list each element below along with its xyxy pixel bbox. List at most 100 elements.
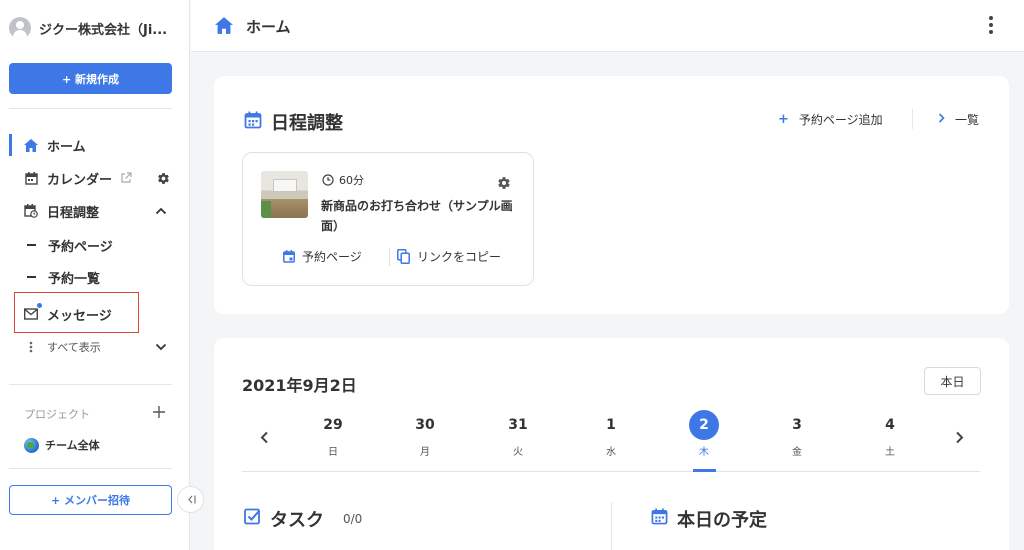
tasks-section-title: タスク 0/0 — [244, 506, 362, 532]
sidebar-item-scheduling[interactable]: 日程調整 — [9, 198, 172, 224]
team-all-item[interactable]: チーム全体 — [24, 437, 100, 453]
sidebar-item-label: ホーム — [47, 139, 86, 155]
divider — [912, 109, 913, 129]
copy-icon — [397, 249, 410, 264]
unread-badge — [36, 302, 43, 309]
add-project-icon[interactable] — [152, 404, 166, 418]
copy-link-label: リンクをコピー — [417, 250, 502, 264]
divider — [611, 502, 612, 550]
sidebar-item-label: すべて表示 — [47, 341, 101, 354]
weekday: 木 — [699, 447, 709, 458]
org-switcher[interactable]: ジクー株式会社（Ji... — [9, 17, 167, 39]
clock-icon — [322, 174, 334, 186]
day-cell[interactable]: 3 金 — [772, 410, 822, 458]
add-booking-page-label: 予約ページ追加 — [798, 113, 883, 127]
chevron-down-icon[interactable] — [154, 340, 168, 354]
booking-page-label: 予約ページ — [302, 250, 362, 264]
day-cell-selected[interactable]: 2 木 — [679, 410, 729, 458]
team-label: チーム全体 — [45, 439, 100, 452]
chevron-right-icon — [938, 112, 945, 127]
dash-icon — [27, 244, 36, 246]
day-number: 4 — [885, 417, 895, 433]
top-header: ホーム — [191, 0, 1024, 52]
sidebar-item-calendar[interactable]: カレンダー — [9, 165, 172, 191]
divider — [389, 248, 390, 266]
today-events-title: 本日の予定 — [677, 510, 767, 531]
invite-member-button[interactable]: + メンバー招待 — [9, 485, 172, 515]
new-create-button[interactable]: + 新規作成 — [9, 63, 172, 94]
booking-page-card[interactable]: 60分 新商品のお打ち合わせ（サンプル画面） 予約ページ リンクをコピー — [242, 152, 534, 286]
sidebar-item-booking-list[interactable]: 予約一覧 — [9, 264, 172, 290]
divider — [9, 108, 172, 109]
day-cell[interactable]: 4 土 — [865, 410, 915, 458]
tasks-title: タスク — [270, 510, 324, 531]
checkbox-icon — [244, 508, 261, 530]
weekday: 火 — [513, 447, 523, 458]
page-title: ホーム — [246, 18, 291, 36]
sidebar-item-label: 日程調整 — [47, 205, 100, 221]
sidebar-item-show-all[interactable]: すべて表示 — [9, 334, 172, 360]
duration: 60分 — [322, 172, 364, 188]
avatar — [9, 17, 31, 39]
gear-icon[interactable] — [156, 171, 170, 185]
collapse-sidebar-button[interactable] — [177, 486, 204, 513]
mail-icon — [24, 307, 38, 321]
scheduling-section-title: 日程調整 — [244, 109, 343, 135]
calendar-card: 2021年9月2日 本日 29 日 30 月 31 火 1 水 2 木 3 金 … — [214, 338, 1009, 550]
collapse-icon — [187, 495, 196, 504]
weekday: 月 — [420, 447, 430, 458]
weekday: 水 — [606, 447, 616, 458]
today-events-section-title: 本日の予定 — [651, 506, 767, 532]
booking-page-button[interactable]: 予約ページ — [283, 248, 362, 265]
sidebar: ジクー株式会社（Ji... + 新規作成 ホーム カレンダー 日程調整 予約ペー… — [0, 0, 190, 550]
home-icon — [215, 17, 233, 34]
gear-icon[interactable] — [497, 175, 511, 189]
weekday: 日 — [328, 447, 338, 458]
calendar-icon — [651, 508, 668, 530]
day-number: 29 — [323, 417, 343, 433]
sidebar-item-messages[interactable]: メッセージ — [9, 301, 172, 327]
today-button[interactable]: 本日 — [924, 367, 981, 395]
org-name: ジクー株式会社（Ji... — [39, 22, 168, 38]
copy-link-button[interactable]: リンクをコピー — [397, 248, 501, 265]
day-number: 30 — [415, 417, 435, 433]
plus-icon: + — [778, 112, 789, 127]
weekday: 土 — [885, 447, 895, 458]
sidebar-item-label: メッセージ — [47, 308, 112, 324]
selected-day-underline — [693, 469, 716, 472]
prev-week-button[interactable] — [256, 429, 272, 445]
sidebar-item-label: 予約ページ — [48, 239, 113, 255]
day-cell[interactable]: 1 水 — [586, 410, 636, 458]
day-cell[interactable]: 30 月 — [400, 410, 450, 458]
chevron-up-icon[interactable] — [154, 204, 168, 218]
calendar-icon — [24, 171, 38, 185]
add-booking-page-button[interactable]: + 予約ページ追加 — [778, 111, 883, 128]
card-actions: 予約ページ リンクをコピー — [243, 245, 535, 269]
week-divider — [242, 471, 980, 472]
day-number: 1 — [606, 417, 616, 433]
external-link-icon[interactable] — [120, 172, 132, 184]
sidebar-item-home[interactable]: ホーム — [9, 132, 172, 158]
dash-icon — [27, 276, 36, 278]
sidebar-item-booking-pages[interactable]: 予約ページ — [9, 232, 172, 258]
project-section-label: プロジェクト — [24, 408, 90, 421]
current-date: 2021年9月2日 — [242, 376, 357, 395]
task-count: 0/0 — [343, 512, 363, 526]
divider — [9, 468, 172, 469]
list-link-label: 一覧 — [955, 113, 980, 127]
divider — [9, 384, 172, 385]
duration-text: 60分 — [339, 174, 364, 187]
chevron-right-icon — [955, 431, 963, 443]
scheduling-card: 日程調整 + 予約ページ追加 一覧 60分 新商品のお打ち合わせ（サンプル画面）… — [214, 76, 1009, 314]
section-title-text: 日程調整 — [271, 113, 343, 134]
list-link[interactable]: 一覧 — [938, 111, 979, 128]
day-cell[interactable]: 31 火 — [493, 410, 543, 458]
day-cell[interactable]: 29 日 — [308, 410, 358, 458]
day-number: 3 — [792, 417, 802, 433]
event-title: 新商品のお打ち合わせ（サンプル画面） — [321, 199, 513, 233]
more-menu-icon[interactable] — [988, 16, 994, 34]
more-vertical-icon — [24, 340, 38, 354]
thumbnail-image — [261, 171, 308, 218]
next-week-button[interactable] — [951, 429, 967, 445]
sidebar-item-label: カレンダー — [47, 172, 113, 188]
